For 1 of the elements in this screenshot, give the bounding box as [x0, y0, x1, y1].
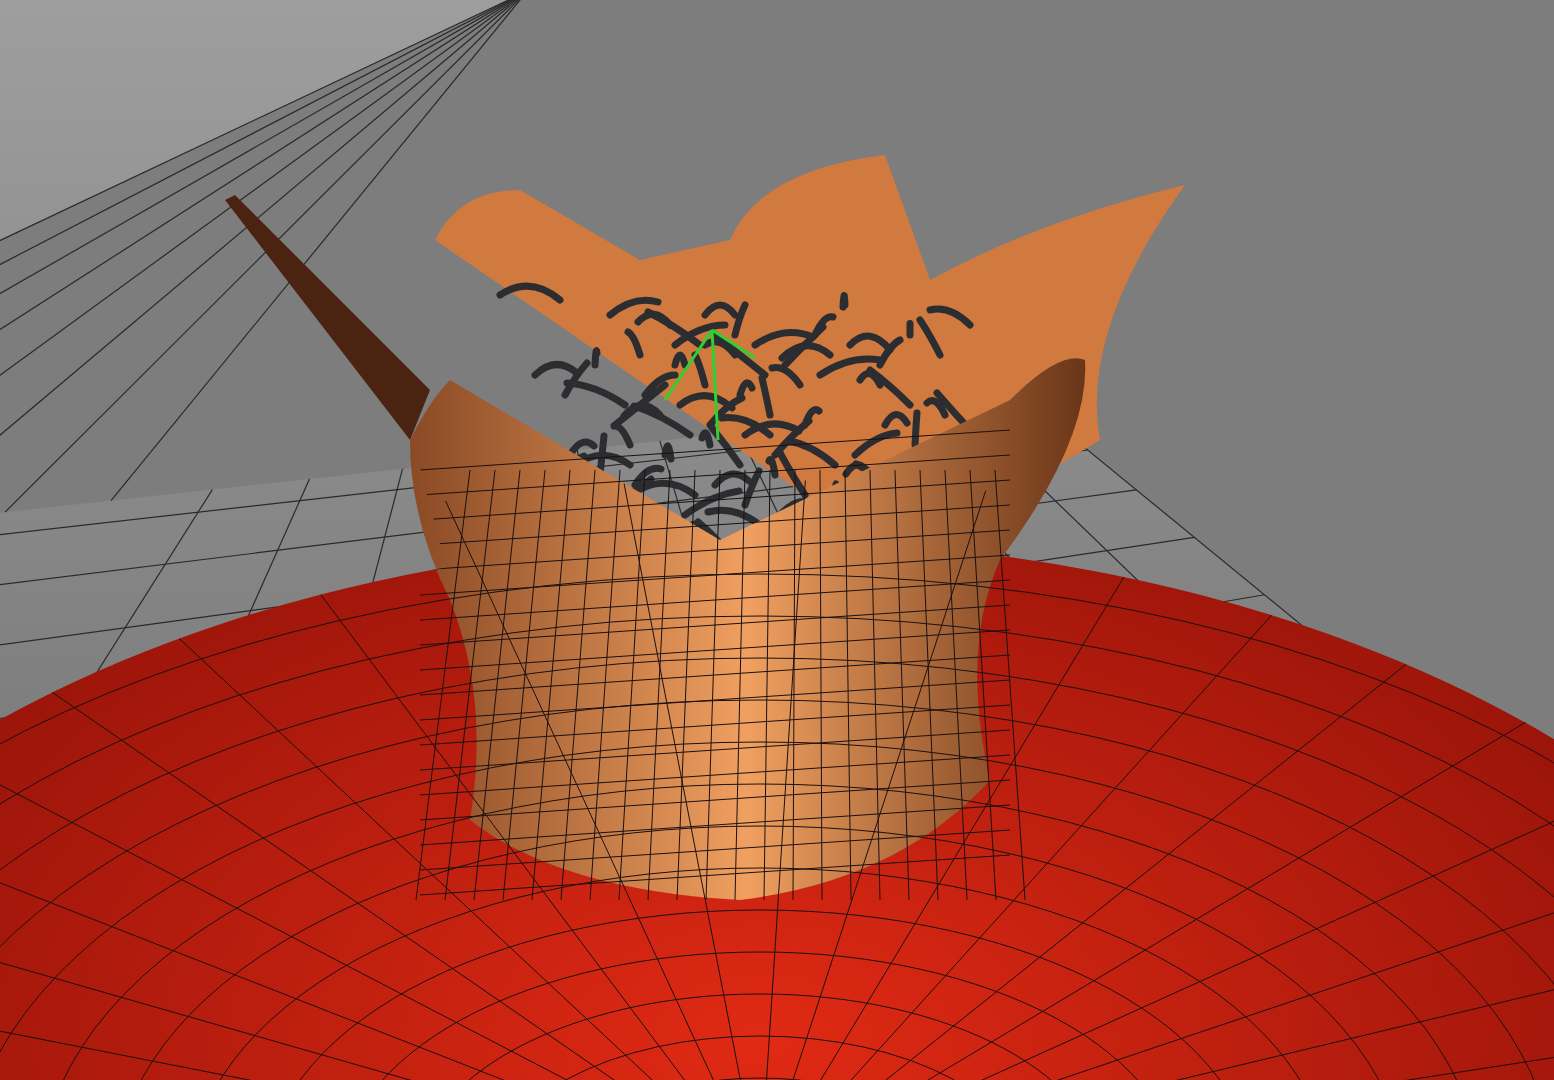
- move-manipulator-icon[interactable]: [663, 328, 756, 441]
